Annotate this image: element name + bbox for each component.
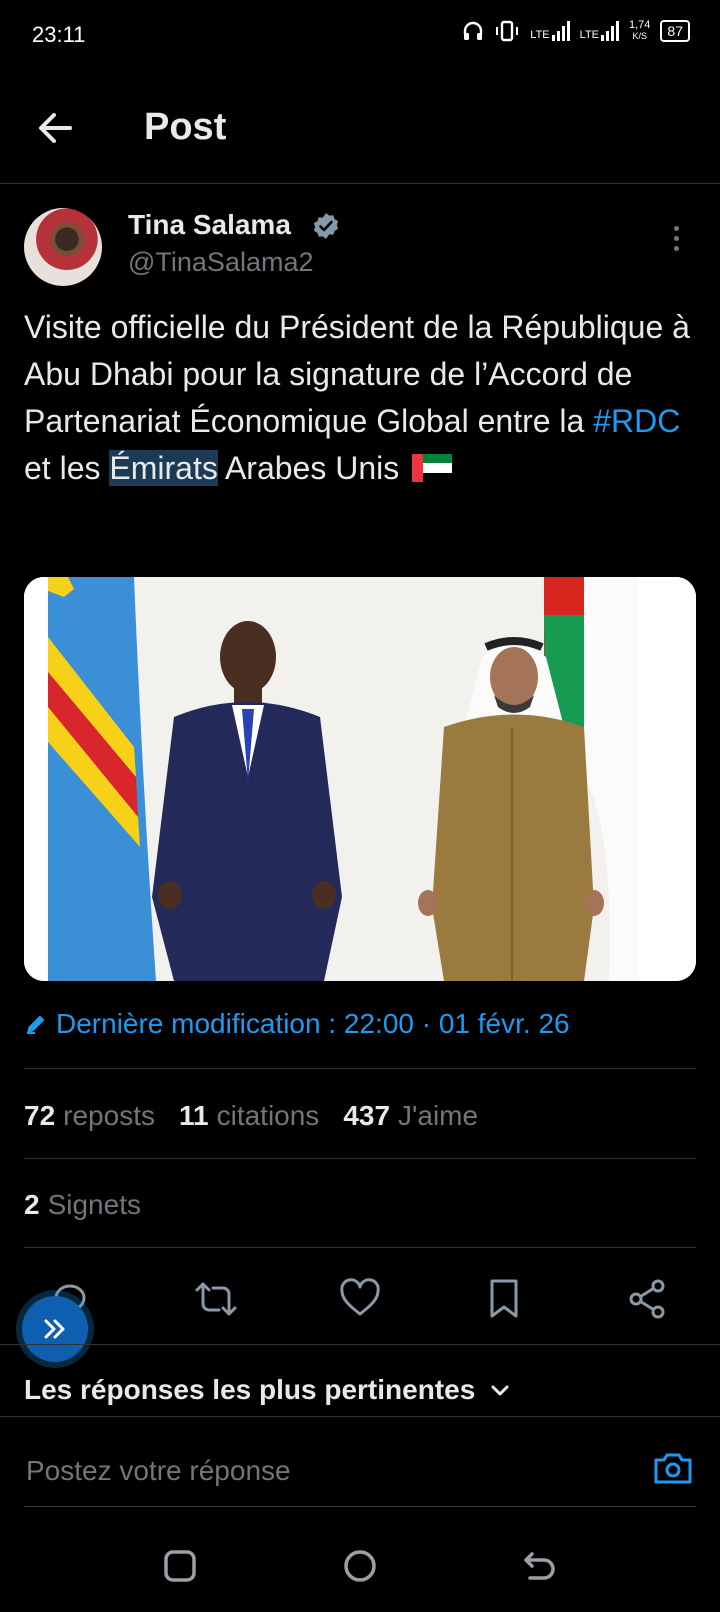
likes-count: 437 [343, 1100, 391, 1131]
highlighted-word: Émirats [109, 450, 218, 486]
tweet-text: Visite officielle du Président de la Rép… [24, 304, 704, 492]
back-arrow-icon [524, 1552, 555, 1580]
chevron-down-icon [491, 1385, 509, 1396]
edited-label: Dernière modification : 22:00 · 01 févr.… [56, 1008, 570, 1039]
vibrate-icon [496, 20, 519, 42]
bookmarks-label: Signets [47, 1189, 141, 1220]
net-speed-value: 1,74 [629, 19, 651, 31]
quotes-label: citations [216, 1100, 320, 1131]
headphones-icon [464, 21, 483, 40]
tweet-text-part2: et les [24, 450, 110, 486]
bookmarks-stat[interactable]: 2 Signets [24, 1189, 141, 1221]
avatar[interactable] [24, 208, 102, 286]
page-title: Post [144, 106, 227, 148]
author-handle[interactable]: @TinaSalama2 [128, 247, 314, 278]
quotes-stat[interactable]: 11 citations [179, 1100, 319, 1132]
sort-label: Les réponses les plus pertinentes [24, 1374, 476, 1405]
reposts-count: 72 [24, 1100, 56, 1131]
pencil-icon [27, 1015, 45, 1034]
like-icon [340, 1278, 380, 1316]
edit-history-link[interactable]: Dernière modification : 22:00 · 01 févr.… [24, 1008, 570, 1040]
quotes-count: 11 [178, 1100, 209, 1131]
header-divider [0, 183, 720, 184]
sort-divider [0, 1416, 720, 1417]
reposts-label: reposts [63, 1100, 155, 1131]
double-chevron-right-icon [44, 1319, 65, 1339]
tweet-text-part3: Arabes Unis [217, 450, 409, 486]
status-time: 23:11 [32, 22, 86, 47]
square-icon [164, 1550, 196, 1582]
reposts-stat[interactable]: 72 reposts [24, 1100, 155, 1132]
tweet-text-part1: Visite officielle du Président de la Rép… [24, 309, 690, 439]
like-button[interactable] [337, 1276, 383, 1322]
stats-divider-bottom [24, 1247, 696, 1248]
uae-flag-icon [412, 454, 453, 482]
share-icon [629, 1279, 665, 1319]
likes-label: J'aime [398, 1100, 479, 1131]
nav-recents-button[interactable] [160, 1546, 200, 1586]
stats-divider-mid [24, 1158, 696, 1159]
reply-input[interactable] [24, 1448, 588, 1494]
circle-icon [344, 1550, 376, 1582]
tweet-photo-image [24, 577, 696, 981]
tweet-photo[interactable] [24, 577, 696, 981]
more-options-button[interactable] [670, 226, 682, 256]
status-icons: LTE LTE 1,74 K/S 87 [462, 20, 690, 42]
stats-divider-top [24, 1068, 696, 1069]
actions-divider [0, 1344, 720, 1345]
verified-badge-icon [313, 213, 339, 239]
net-speed: 1,74 K/S [629, 20, 650, 42]
camera-icon [654, 1453, 692, 1484]
bookmark-icon [490, 1279, 518, 1318]
signal-2-icon: LTE [580, 21, 619, 41]
stats-row: 72 reposts 11 citations 437 J'aime [24, 1100, 478, 1132]
repost-icon [195, 1282, 237, 1316]
net-speed-unit: K/S [632, 31, 647, 41]
replies-sort-dropdown[interactable]: Les réponses les plus pertinentes [24, 1374, 511, 1406]
bookmarks-row: 2 Signets [24, 1189, 141, 1221]
floating-action-button[interactable] [22, 1296, 88, 1362]
network-type-1: LTE [530, 29, 550, 41]
input-divider [24, 1506, 696, 1507]
battery-indicator: 87 [660, 20, 690, 42]
signal-1-icon: LTE [530, 21, 570, 41]
nav-home-button[interactable] [340, 1546, 380, 1586]
repost-button[interactable] [193, 1276, 239, 1322]
arrow-left-icon [39, 113, 72, 143]
more-vertical-icon [670, 226, 682, 251]
camera-button[interactable] [650, 1446, 696, 1492]
likes-stat[interactable]: 437 J'aime [343, 1100, 478, 1132]
hashtag-link[interactable]: #RDC [593, 403, 680, 439]
nav-back-button[interactable] [520, 1546, 560, 1586]
network-type-2: LTE [579, 29, 599, 41]
back-button[interactable] [34, 106, 78, 150]
author-name[interactable]: Tina Salama [128, 209, 291, 241]
share-button[interactable] [624, 1276, 670, 1322]
bookmark-button[interactable] [481, 1276, 527, 1322]
bookmarks-count: 2 [24, 1189, 40, 1220]
